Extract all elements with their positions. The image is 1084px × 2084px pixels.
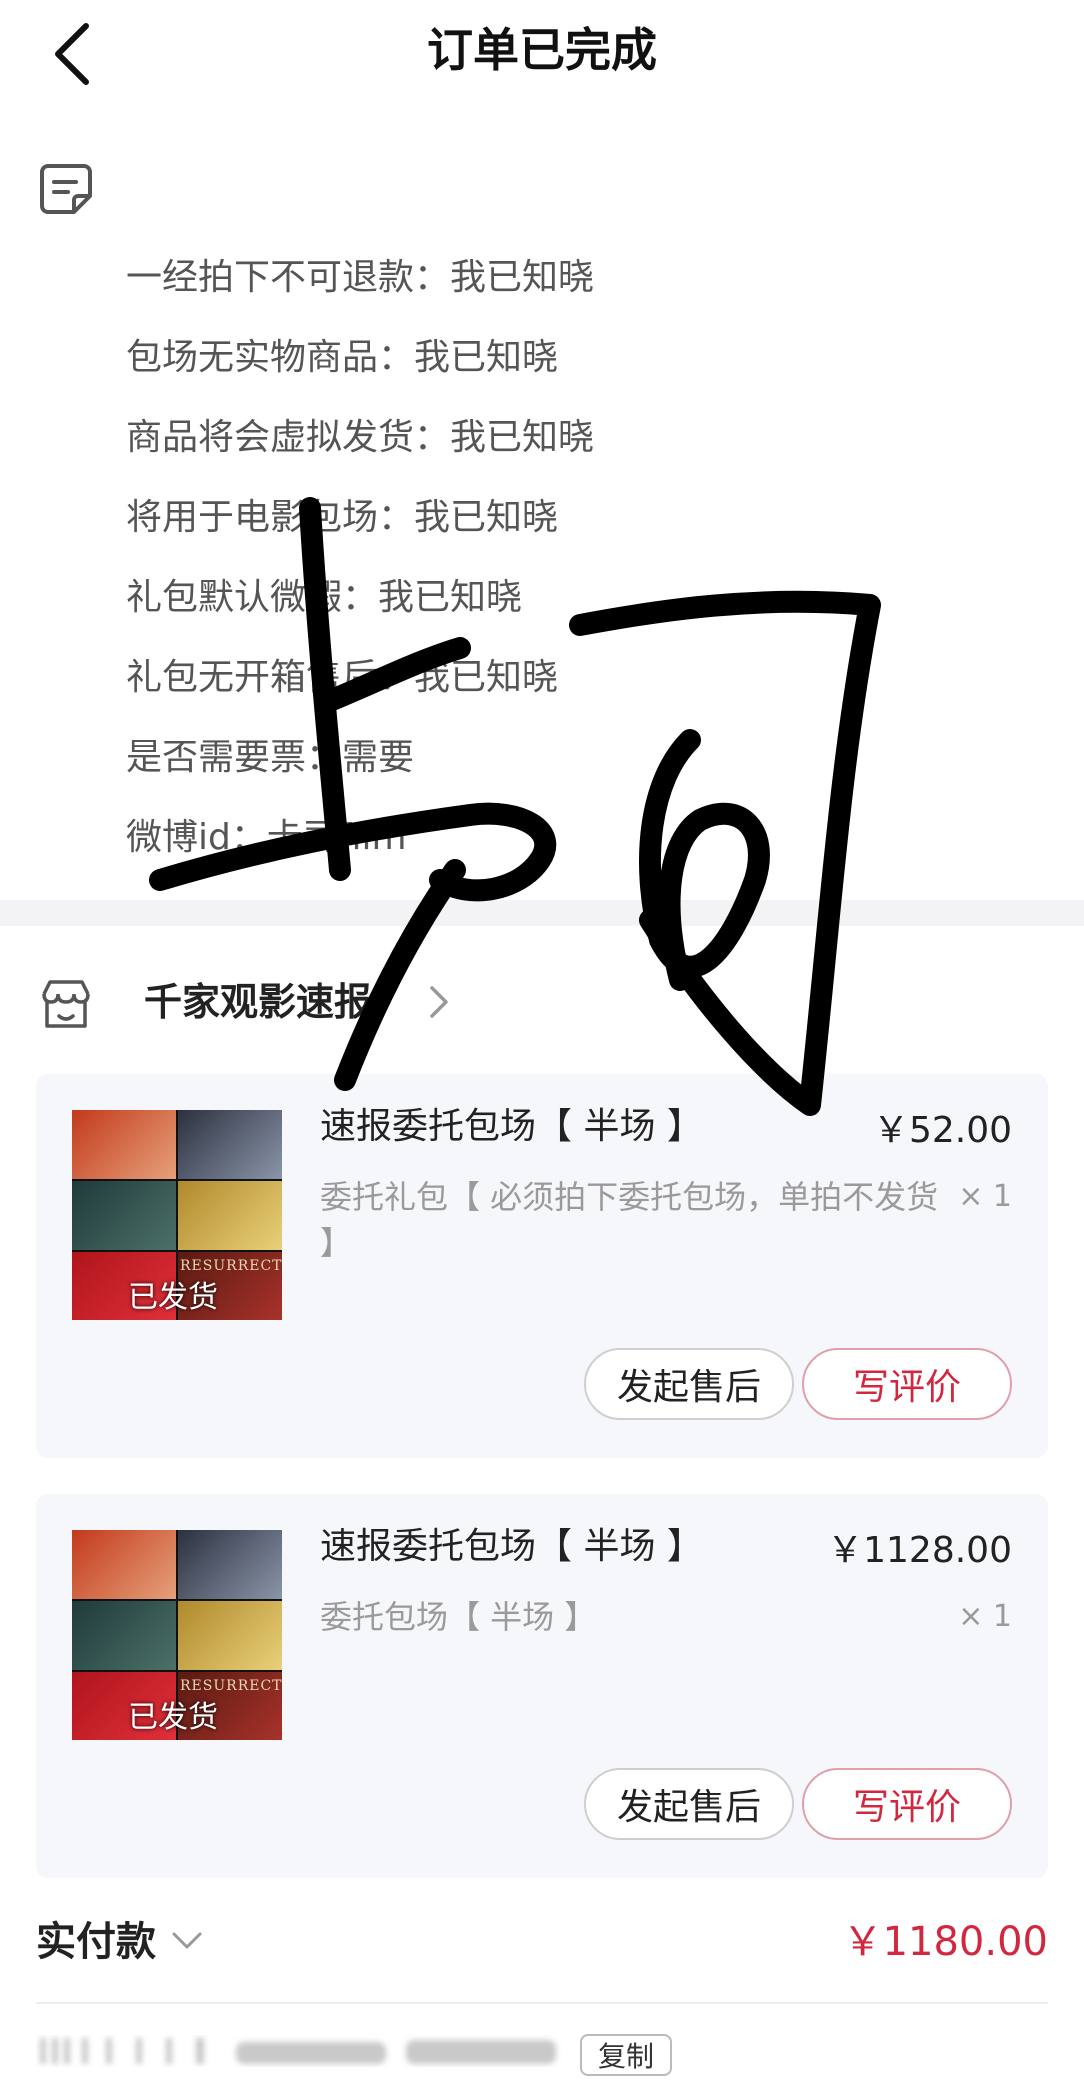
chevron-down-icon[interactable] — [170, 1926, 204, 1956]
note-line: 礼包无开箱售后：我已知晓 — [126, 657, 559, 698]
product-thumbnail[interactable]: RESURRECTION 已发货 — [72, 1110, 282, 1320]
product-price: ￥52.00 — [872, 1110, 1012, 1151]
after-sale-button[interactable]: 发起售后 — [584, 1348, 794, 1420]
section-separator — [0, 900, 1084, 926]
note-line: 商品将会虚拟发货：我已知晓 — [126, 417, 595, 458]
after-sale-button[interactable]: 发起售后 — [584, 1768, 794, 1840]
shipped-badge: 已发货 — [128, 1280, 218, 1315]
copy-button[interactable]: 复制 — [580, 2034, 672, 2076]
product-subtitle: 委托礼包【 必须拍下委托包场，单拍不发货 】 — [320, 1178, 939, 1262]
total-paid-amount: ￥1180.00 — [842, 1919, 1048, 1965]
store-icon — [42, 980, 90, 1028]
product-card[interactable]: RESURRECTION 已发货 速报委托包场【 半场 】 ￥52.00 委托礼… — [36, 1074, 1048, 1458]
product-quantity: × 1 — [958, 1179, 1012, 1214]
note-line: 是否需要票：需要 — [126, 737, 415, 778]
note-line: 包场无实物商品：我已知晓 — [126, 337, 559, 378]
product-title[interactable]: 速报委托包场【 半场 】 — [320, 1522, 703, 1572]
product-thumbnail[interactable]: RESURRECTION 已发货 — [72, 1530, 282, 1740]
product-quantity: × 1 — [958, 1599, 1012, 1634]
product-card[interactable]: RESURRECTION 已发货 速报委托包场【 半场 】 ￥1128.00 委… — [36, 1494, 1048, 1878]
total-paid-label[interactable]: 实付款 — [36, 1912, 156, 1972]
write-review-button[interactable]: 写评价 — [802, 1348, 1012, 1420]
order-number-redacted — [40, 2038, 556, 2064]
page-title: 订单已完成 — [427, 23, 657, 77]
shipped-badge: 已发货 — [128, 1700, 218, 1735]
note-line: 微博id：卡司film — [126, 817, 407, 858]
store-name[interactable]: 千家观影速报 — [144, 972, 372, 1032]
order-notes: 一经拍下不可退款：我已知晓 包场无实物商品：我已知晓 商品将会虚拟发货：我已知晓… — [126, 238, 594, 878]
product-price: ￥1128.00 — [827, 1530, 1012, 1571]
note-icon — [40, 164, 92, 214]
note-line: 礼包默认微暇：我已知晓 — [126, 577, 523, 618]
note-line: 将用于电影包场：我已知晓 — [126, 497, 559, 538]
write-review-button[interactable]: 写评价 — [802, 1768, 1012, 1840]
note-line: 一经拍下不可退款：我已知晓 — [126, 257, 595, 298]
product-subtitle: 委托包场【 半场 】 — [320, 1598, 597, 1636]
divider — [36, 2002, 1048, 2004]
product-title[interactable]: 速报委托包场【 半场 】 — [320, 1102, 703, 1152]
chevron-right-icon[interactable] — [424, 982, 454, 1022]
